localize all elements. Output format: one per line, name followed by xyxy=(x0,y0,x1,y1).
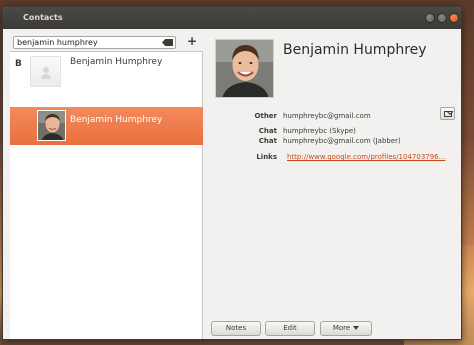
add-contact-button[interactable]: + xyxy=(187,34,197,48)
avatar xyxy=(215,39,274,98)
search-input[interactable] xyxy=(13,36,176,49)
field-label-chat: Chat xyxy=(258,127,277,135)
contact-list[interactable]: B Benjamin Humphrey Benjamin Humphrey xyxy=(10,51,203,339)
field-label-links: Links xyxy=(256,153,277,161)
send-email-button[interactable] xyxy=(440,107,455,120)
contact-list-item-selected[interactable]: Benjamin Humphrey xyxy=(10,107,203,145)
contacts-window: Contacts + B Benjamin Humphrey xyxy=(2,6,462,340)
jabber-value: humphreybc@gmail.com (Jabber) xyxy=(283,137,401,145)
contact-name: Benjamin Humphrey xyxy=(70,57,163,67)
edit-button[interactable]: Edit xyxy=(265,321,315,336)
minimize-icon[interactable] xyxy=(425,13,435,23)
contact-name: Benjamin Humphrey xyxy=(70,115,163,125)
contact-details-pane: Benjamin Humphrey Other humphreybc@gmail… xyxy=(203,29,461,339)
window-title: Contacts xyxy=(23,13,63,22)
person-icon xyxy=(30,56,61,87)
close-icon[interactable] xyxy=(449,13,459,23)
envelope-icon xyxy=(444,111,452,117)
more-button[interactable]: More xyxy=(320,321,372,336)
more-button-label: More xyxy=(332,324,351,332)
group-header-letter: B xyxy=(15,59,22,69)
field-label-chat: Chat xyxy=(258,137,277,145)
contact-list-pane: + B Benjamin Humphrey xyxy=(10,29,203,339)
maximize-icon[interactable] xyxy=(437,13,447,23)
avatar xyxy=(37,110,66,141)
chevron-down-icon xyxy=(353,326,360,330)
contact-list-item[interactable]: Benjamin Humphrey xyxy=(28,54,203,92)
field-label-other: Other xyxy=(254,112,277,120)
contact-full-name: Benjamin Humphrey xyxy=(283,42,427,58)
title-bar[interactable]: Contacts xyxy=(3,7,461,29)
profile-link[interactable]: http://www.google.com/profiles/104703796… xyxy=(287,153,445,161)
notes-button[interactable]: Notes xyxy=(211,321,261,336)
skype-value: humphreybc (Skype) xyxy=(283,127,356,135)
email-value: humphreybc@gmail.com xyxy=(283,112,371,120)
